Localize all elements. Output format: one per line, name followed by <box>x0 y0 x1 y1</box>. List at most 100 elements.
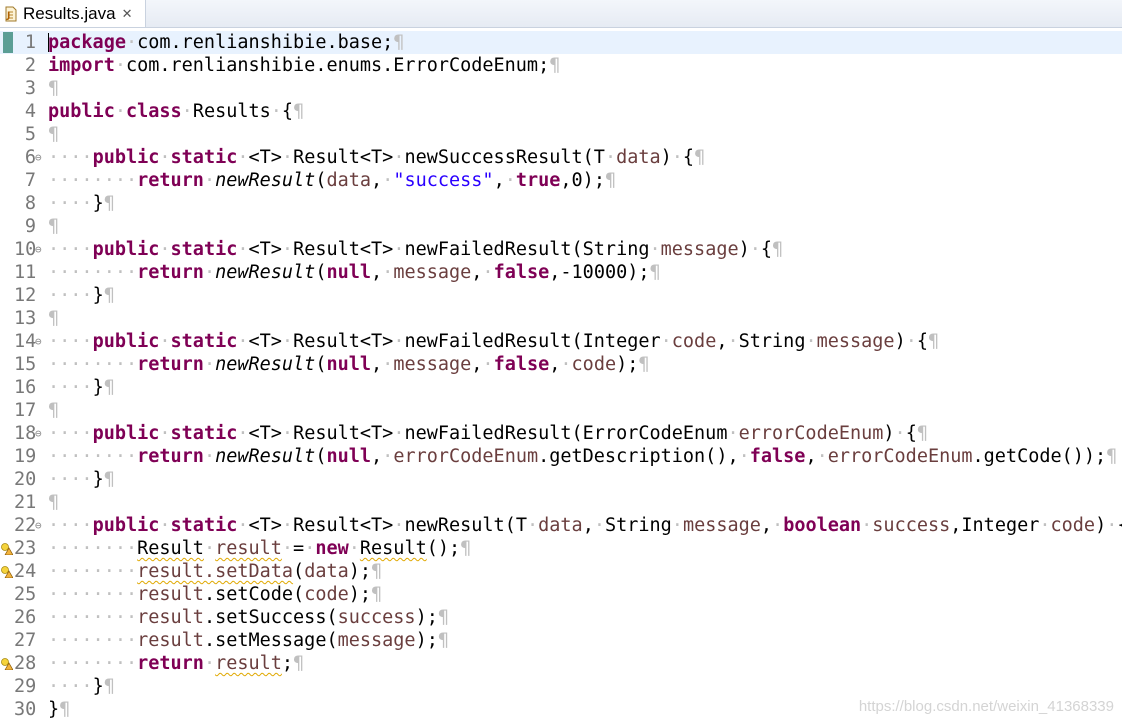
line-number: 6 <box>24 147 36 168</box>
code-line[interactable]: 5 ¶ <box>0 123 1122 146</box>
code-line[interactable]: 1 package·com.renlianshibie.base;¶ <box>0 31 1122 54</box>
line-marker <box>0 698 14 721</box>
line-number: 25 <box>14 584 37 605</box>
code-text: ········result.setMessage(message);¶ <box>48 630 449 651</box>
code-line[interactable]: 19 ········return·newResult(null,·errorCo… <box>0 445 1122 468</box>
text-caret <box>48 33 49 52</box>
fold-toggle-icon[interactable]: ⊖ <box>35 422 45 445</box>
line-number: 28 <box>14 653 37 674</box>
code-editor[interactable]: 1 package·com.renlianshibie.base;¶ 2 import… <box>0 31 1122 723</box>
code-line[interactable]: 13 ¶ <box>0 307 1122 330</box>
tab-results-java[interactable]: J Results.java ✕ <box>0 0 146 27</box>
line-number: 24 <box>14 561 37 582</box>
code-line[interactable]: 23 ········Result·result·=·new·Result();¶ <box>0 537 1122 560</box>
line-marker <box>0 284 14 307</box>
line-marker <box>0 100 14 123</box>
code-line[interactable]: 24 ········result.setData(data);¶ <box>0 560 1122 583</box>
line-marker <box>0 54 14 77</box>
code-line[interactable]: 20 ····}¶ <box>0 468 1122 491</box>
line-marker <box>0 629 14 652</box>
line-number: 7 <box>24 170 36 191</box>
code-text: public·class·Results·{¶ <box>48 101 305 122</box>
line-number: 9 <box>24 216 36 237</box>
code-line[interactable]: 21 ¶ <box>0 491 1122 514</box>
code-line[interactable]: 25 ········result.setCode(code);¶ <box>0 583 1122 606</box>
line-number: 4 <box>24 101 36 122</box>
code-text: package·com.renlianshibie.base;¶ <box>48 32 405 53</box>
line-marker <box>0 31 14 54</box>
fold-toggle-icon[interactable]: ⊖ <box>35 330 45 353</box>
warning-icon[interactable] <box>1 657 13 670</box>
code-text: ¶ <box>48 308 60 329</box>
code-text: ····}¶ <box>48 676 115 697</box>
code-line[interactable]: 18 ⊖ ····public·static·<T>·Result<T>·newFa… <box>0 422 1122 445</box>
code-line[interactable]: 15 ········return·newResult(null,·message… <box>0 353 1122 376</box>
line-marker <box>0 261 14 284</box>
fold-toggle-icon[interactable]: ⊖ <box>35 514 45 537</box>
svg-text:J: J <box>6 11 10 21</box>
line-number: 16 <box>14 377 37 398</box>
tab-title: Results.java <box>23 3 116 23</box>
line-number: 11 <box>14 262 37 283</box>
code-text: ····public·static·<T>·Result<T>·newFaile… <box>48 331 940 352</box>
code-text: ¶ <box>48 124 60 145</box>
code-line[interactable]: 26 ········result.setSuccess(success);¶ <box>0 606 1122 629</box>
code-text: ····public·static·<T>·Result<T>·newFaile… <box>48 239 784 260</box>
java-file-icon: J <box>5 6 17 21</box>
line-number: 5 <box>24 124 36 145</box>
line-marker <box>0 514 14 537</box>
line-marker <box>0 675 14 698</box>
line-marker <box>0 468 14 491</box>
close-tab-icon[interactable]: ✕ <box>122 6 133 22</box>
line-marker <box>0 491 14 514</box>
line-marker <box>0 445 14 468</box>
code-line[interactable]: 28 ········return·result;¶ <box>0 652 1122 675</box>
line-marker <box>0 606 14 629</box>
code-line[interactable]: 10 ⊖ ····public·static·<T>·Result<T>·newFa… <box>0 238 1122 261</box>
line-marker <box>0 215 14 238</box>
line-marker <box>0 583 14 606</box>
warning-icon[interactable] <box>1 565 13 578</box>
code-line[interactable]: 4 public·class·Results·{¶ <box>0 100 1122 123</box>
code-line[interactable]: 29 ····}¶ <box>0 675 1122 698</box>
code-text: ········return·newResult(null,·message,·… <box>48 262 661 283</box>
code-text: ¶ <box>48 492 60 513</box>
line-number: 3 <box>24 78 36 99</box>
code-text: ········return·result;¶ <box>48 653 305 674</box>
line-number: 13 <box>14 308 37 329</box>
fold-toggle-icon[interactable]: ⊖ <box>35 146 45 169</box>
code-text: ········Result·result·=·new·Result();¶ <box>48 538 472 559</box>
line-number: 18 <box>14 423 37 444</box>
line-marker <box>0 376 14 399</box>
code-text: ········return·newResult(null,·errorCode… <box>48 446 1118 467</box>
code-line[interactable]: 8 ····}¶ <box>0 192 1122 215</box>
code-line[interactable]: 27 ········result.setMessage(message);¶ <box>0 629 1122 652</box>
code-text: import·com.renlianshibie.enums.ErrorCode… <box>48 55 561 76</box>
code-line[interactable]: 12 ····}¶ <box>0 284 1122 307</box>
code-line[interactable]: 2 import·com.renlianshibie.enums.ErrorCod… <box>0 54 1122 77</box>
watermark: https://blog.csdn.net/weixin_41368339 <box>858 698 1114 715</box>
code-line[interactable]: 22 ⊖ ····public·static·<T>·Result<T>·newRe… <box>0 514 1122 537</box>
warning-icon[interactable] <box>1 542 13 555</box>
code-text: ········result.setCode(code);¶ <box>48 584 383 605</box>
code-line[interactable]: 6 ⊖ ····public·static·<T>·Result<T>·newSuc… <box>0 146 1122 169</box>
code-line[interactable]: 14 ⊖ ····public·static·<T>·Result<T>·newFa… <box>0 330 1122 353</box>
code-line[interactable]: 11 ········return·newResult(null,·message… <box>0 261 1122 284</box>
line-number: 2 <box>24 55 36 76</box>
code-text: ····}¶ <box>48 285 115 306</box>
code-line[interactable]: 9 ¶ <box>0 215 1122 238</box>
code-line[interactable]: 16 ····}¶ <box>0 376 1122 399</box>
code-line[interactable]: 3 ¶ <box>0 77 1122 100</box>
line-marker <box>0 307 14 330</box>
code-text: ····}¶ <box>48 193 115 214</box>
line-number: 21 <box>14 492 37 513</box>
line-marker <box>0 330 14 353</box>
line-number: 15 <box>14 354 37 375</box>
code-line[interactable]: 17 ¶ <box>0 399 1122 422</box>
line-marker <box>0 238 14 261</box>
line-number: 12 <box>14 285 37 306</box>
code-text: ····}¶ <box>48 377 115 398</box>
fold-toggle-icon[interactable]: ⊖ <box>35 238 45 261</box>
line-marker <box>0 422 14 445</box>
code-line[interactable]: 7 ········return·newResult(data,·"success… <box>0 169 1122 192</box>
